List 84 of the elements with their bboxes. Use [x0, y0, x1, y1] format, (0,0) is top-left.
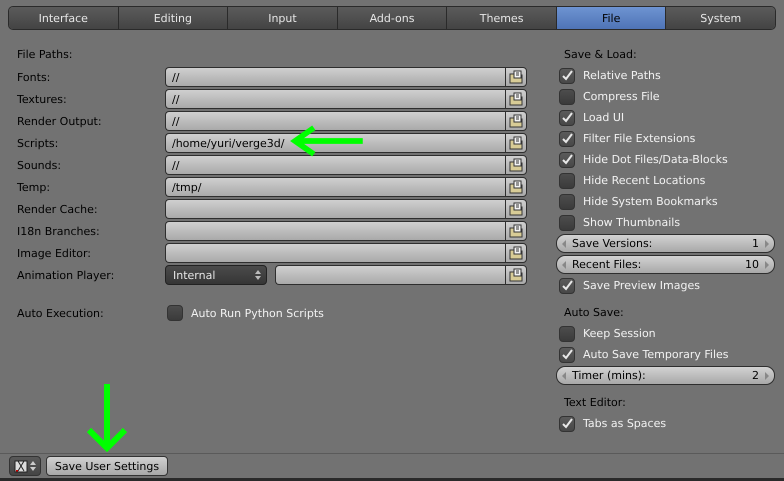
folder-icon[interactable] — [505, 221, 527, 241]
tab[interactable]: Input — [228, 7, 338, 29]
number-field[interactable]: Save Versions: 1 — [556, 234, 775, 253]
dropdown[interactable]: Internal — [165, 265, 267, 285]
checkbox-label: Save Preview Images — [583, 279, 700, 292]
tab[interactable]: Editing — [118, 7, 228, 29]
right-arrow-icon — [765, 260, 769, 268]
path-field[interactable]: // — [165, 89, 505, 109]
field-label: Image Editor: — [17, 246, 92, 260]
checkbox-label: Auto Run Python Scripts — [191, 306, 324, 320]
field-label: I18n Branches: — [17, 224, 101, 238]
annotation-arrow — [85, 384, 129, 454]
field-label: Sounds: — [17, 158, 62, 172]
checkbox[interactable] — [559, 152, 575, 168]
checkbox-label: Keep Session — [583, 327, 656, 340]
left-arrow-icon — [562, 260, 566, 268]
save-button[interactable]: Save User Settings — [46, 456, 168, 476]
folder-icon[interactable] — [505, 199, 527, 219]
path-field[interactable] — [275, 265, 505, 285]
path-field[interactable]: // — [165, 155, 505, 175]
folder-icon[interactable] — [505, 67, 527, 87]
checkbox[interactable] — [559, 214, 575, 230]
checkbox-label: Load UI — [583, 111, 624, 124]
path-field[interactable] — [165, 199, 505, 219]
tab[interactable]: Add-ons — [338, 7, 448, 29]
checkbox[interactable] — [559, 326, 575, 342]
field-label: Animation Player: — [17, 268, 116, 282]
checkbox[interactable] — [559, 110, 575, 126]
checkbox-label: Filter File Extensions — [583, 132, 696, 145]
left-arrow-icon — [562, 372, 566, 380]
tab[interactable]: Themes — [447, 7, 557, 29]
checkbox[interactable] — [559, 172, 575, 188]
field-label: Textures: — [17, 92, 68, 106]
checkbox[interactable] — [559, 88, 575, 104]
field-label: Auto Execution: — [17, 306, 105, 320]
folder-icon[interactable] — [505, 133, 527, 153]
checkbox[interactable] — [559, 278, 575, 294]
checkbox[interactable] — [559, 68, 575, 84]
updown-icon — [255, 269, 261, 281]
checkbox[interactable] — [559, 416, 575, 432]
path-field[interactable]: /tmp/ — [165, 177, 505, 197]
editor-icon — [14, 459, 28, 473]
checkbox-label: Hide Recent Locations — [583, 174, 706, 187]
folder-icon[interactable] — [505, 177, 527, 197]
checkbox-label: Tabs as Spaces — [583, 417, 666, 430]
field-label: Temp: — [17, 180, 52, 194]
checkbox[interactable] — [559, 346, 575, 362]
path-field[interactable]: // — [165, 67, 505, 87]
checkbox[interactable] — [559, 130, 575, 146]
checkbox-label: Hide Dot Files/Data-Blocks — [583, 153, 728, 166]
folder-icon[interactable] — [505, 243, 527, 263]
field-label: Render Cache: — [17, 202, 99, 216]
checkbox[interactable] — [167, 305, 183, 321]
path-field[interactable] — [165, 221, 505, 241]
checkbox-label: Show Thumbnails — [583, 216, 680, 229]
section-heading: Auto Save: — [564, 306, 624, 319]
section-heading: File Paths: — [17, 47, 74, 63]
editor-type-button[interactable] — [9, 456, 41, 476]
path-field[interactable]: // — [165, 111, 505, 131]
left-arrow-icon — [562, 240, 566, 248]
tab[interactable]: Interface — [9, 7, 119, 29]
folder-icon[interactable] — [505, 89, 527, 109]
field-label: Fonts: — [17, 70, 52, 84]
path-field[interactable] — [165, 243, 505, 263]
checkbox-label: Compress File — [583, 90, 660, 103]
folder-icon[interactable] — [505, 111, 527, 131]
section-heading: Text Editor: — [564, 396, 626, 409]
number-field[interactable]: Timer (mins): 2 — [556, 366, 775, 385]
checkbox-label: Hide System Bookmarks — [583, 195, 718, 208]
path-field[interactable]: /home/yuri/verge3d/ — [165, 133, 505, 153]
checkbox-label: Relative Paths — [583, 69, 661, 82]
field-label: Scripts: — [17, 136, 60, 150]
right-arrow-icon — [765, 372, 769, 380]
folder-icon[interactable] — [505, 265, 527, 285]
updown-icon — [30, 460, 36, 472]
checkbox-label: Auto Save Temporary Files — [583, 348, 729, 361]
checkbox[interactable] — [559, 194, 575, 210]
tab[interactable]: File — [556, 7, 666, 29]
folder-icon[interactable] — [505, 155, 527, 175]
right-arrow-icon — [765, 240, 769, 248]
section-heading: Save & Load: — [564, 48, 637, 61]
tab[interactable]: System — [666, 7, 775, 29]
field-label: Render Output: — [17, 114, 103, 128]
number-field[interactable]: Recent Files: 10 — [556, 255, 775, 274]
